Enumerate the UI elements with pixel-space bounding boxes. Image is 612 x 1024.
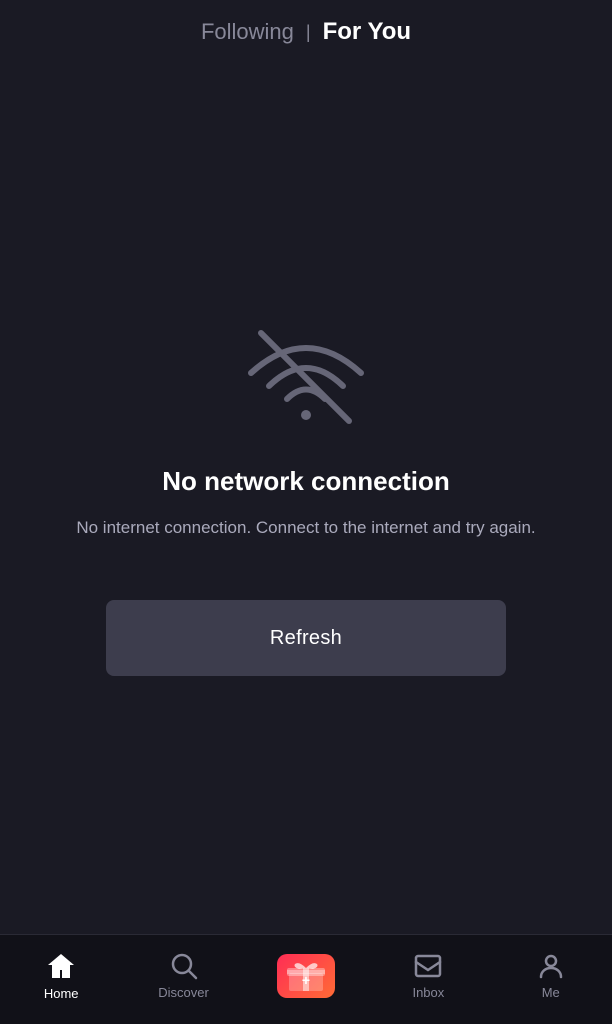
inbox-icon bbox=[413, 951, 443, 981]
refresh-button[interactable]: Refresh bbox=[106, 600, 506, 676]
home-icon bbox=[45, 950, 77, 982]
nav-item-add[interactable]: + bbox=[266, 954, 346, 998]
nav-item-inbox[interactable]: Inbox bbox=[388, 951, 468, 1000]
no-wifi-icon bbox=[241, 318, 371, 428]
gift-box-icon: + bbox=[285, 959, 327, 993]
svg-text:+: + bbox=[302, 972, 310, 988]
discover-icon bbox=[169, 951, 199, 981]
nav-label-home: Home bbox=[44, 986, 79, 1001]
tab-following[interactable]: Following bbox=[189, 19, 306, 45]
nav-label-inbox: Inbox bbox=[412, 985, 444, 1000]
nav-item-discover[interactable]: Discover bbox=[144, 951, 224, 1000]
tab-foryou[interactable]: For You bbox=[311, 18, 423, 46]
nav-label-discover: Discover bbox=[158, 985, 209, 1000]
nav-item-me[interactable]: Me bbox=[511, 951, 591, 1000]
nav-item-home[interactable]: Home bbox=[21, 950, 101, 1001]
me-icon bbox=[536, 951, 566, 981]
main-content: No network connection No internet connec… bbox=[0, 60, 612, 934]
header: Following | For You bbox=[0, 0, 612, 60]
nav-label-me: Me bbox=[542, 985, 560, 1000]
error-title: No network connection bbox=[162, 466, 449, 497]
error-subtitle: No internet connection. Connect to the i… bbox=[76, 515, 535, 541]
gift-icon: + bbox=[277, 954, 335, 998]
bottom-nav: Home Discover bbox=[0, 934, 612, 1024]
